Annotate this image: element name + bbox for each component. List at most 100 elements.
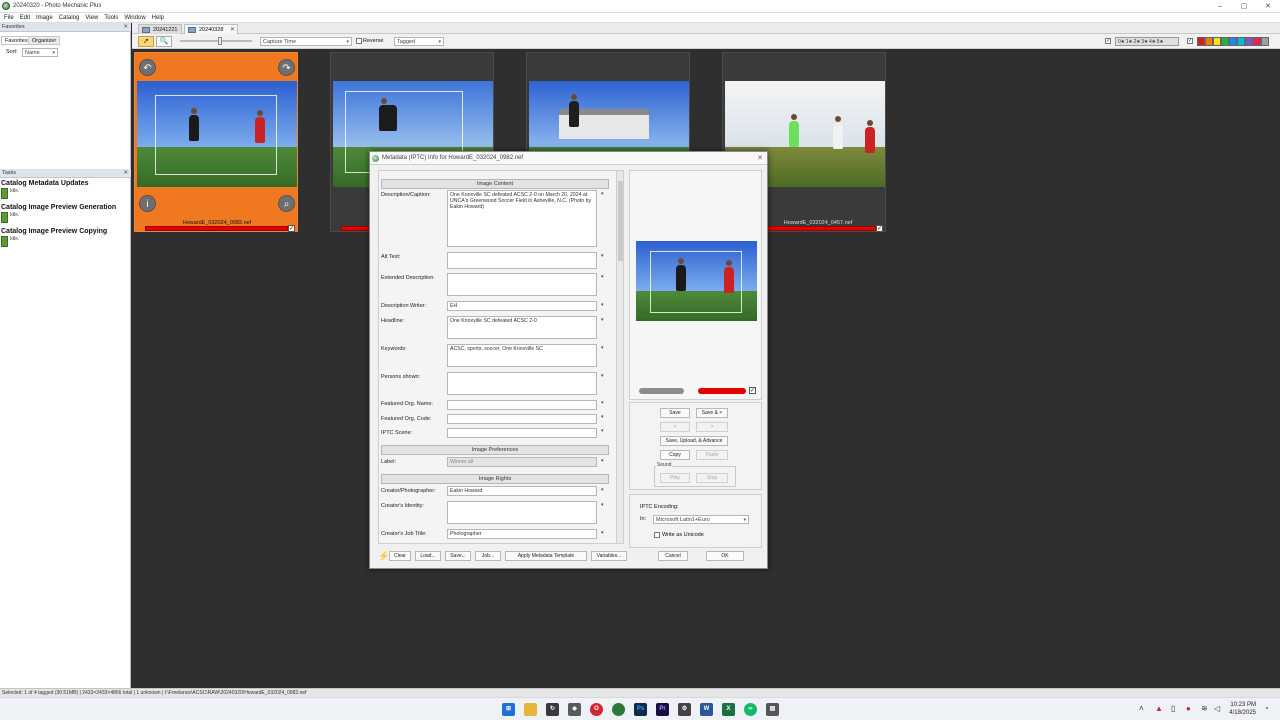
color-label-indicator[interactable] [698, 388, 746, 394]
chevron-down-icon[interactable]: ▾ [601, 502, 607, 508]
app-icon[interactable]: ▤ [766, 703, 779, 716]
alt-text-field[interactable] [447, 252, 597, 269]
magnify-icon[interactable]: ⌕ [278, 195, 295, 212]
rotate-right-icon[interactable]: ↷ [278, 59, 295, 76]
menu-file[interactable]: File [4, 15, 14, 21]
color-class-swatch[interactable] [1205, 37, 1213, 46]
iptc-scene-field[interactable] [447, 428, 597, 438]
load-button[interactable]: Load... [415, 551, 441, 561]
rotate-left-icon[interactable]: ↶ [139, 59, 156, 76]
menu-help[interactable]: Help [152, 15, 164, 21]
filter-select[interactable]: Tagged ▾ [394, 37, 444, 46]
clear-button[interactable]: Clear [389, 551, 411, 561]
rating-indicator[interactable] [639, 388, 684, 394]
close-button[interactable]: ✕ [1256, 1, 1280, 12]
star-rating-filter[interactable]: 0★ 1★ 2★ 3★ 4★ 5★ [1115, 37, 1179, 46]
job-title-field[interactable]: Photographer [447, 529, 597, 539]
featured-org-name-field[interactable] [447, 400, 597, 410]
settings-app-icon[interactable]: ⚙ [678, 703, 691, 716]
chevron-down-icon[interactable]: ▾ [601, 191, 607, 197]
copy-button[interactable]: Copy [660, 450, 690, 460]
file-explorer-icon[interactable] [524, 703, 537, 716]
apply-metadata-template-button[interactable]: Apply Metadata Template [505, 551, 587, 561]
creator-identity-field[interactable] [447, 501, 597, 524]
write-unicode-checkbox[interactable] [654, 532, 660, 538]
color-class-swatch[interactable] [1221, 37, 1229, 46]
variables-button[interactable]: Variables... [591, 551, 627, 561]
color-class-swatch[interactable] [1213, 37, 1221, 46]
pointer-tool-button[interactable]: ➚ [138, 36, 154, 47]
messaging-app-icon[interactable]: ∞ [744, 703, 757, 716]
close-icon[interactable]: ✕ [757, 152, 763, 165]
chevron-down-icon[interactable]: ▾ [601, 530, 607, 536]
tab-20240328[interactable]: 20240328 ✕ [184, 24, 238, 34]
photoshop-icon[interactable]: Ps [634, 703, 647, 716]
chevron-down-icon[interactable]: ▾ [601, 317, 607, 323]
word-icon[interactable]: W [700, 703, 713, 716]
color-class-checkbox[interactable]: ✓ [1187, 38, 1193, 44]
thumbnail-size-slider[interactable] [180, 40, 252, 42]
creator-field[interactable]: Eakin Howard [447, 486, 597, 496]
start-icon[interactable]: ⊞ [502, 703, 515, 716]
menu-view[interactable]: View [85, 15, 98, 21]
tag-checkbox[interactable]: ✓ [749, 387, 756, 394]
previous-button[interactable]: < [660, 422, 690, 432]
tag-checkbox[interactable]: ✓ [288, 225, 295, 232]
description-writer-field[interactable]: EH [447, 301, 597, 311]
thumbnail-cell[interactable]: ↶ ↷ i ⌕ HowardE_032024_0982.nef ✓ [134, 52, 298, 232]
info-icon[interactable]: i [139, 195, 156, 212]
next-button[interactable]: > [696, 422, 728, 432]
job-button[interactable]: Job... [475, 551, 501, 561]
save-upload-advance-button[interactable]: Save, Upload, & Advance [660, 436, 728, 446]
close-icon[interactable]: ✕ [123, 23, 128, 32]
minimize-button[interactable]: – [1208, 1, 1232, 12]
star-filter-checkbox[interactable]: ✓ [1105, 38, 1111, 44]
ok-button[interactable]: OK [706, 551, 744, 561]
menu-catalog[interactable]: Catalog [59, 15, 80, 21]
color-class-swatch[interactable] [1237, 37, 1245, 46]
chevron-down-icon[interactable]: ▾ [601, 458, 607, 464]
featured-org-code-field[interactable] [447, 414, 597, 424]
menu-edit[interactable]: Edit [20, 15, 30, 21]
save-button[interactable]: Save [660, 408, 690, 418]
chevron-down-icon[interactable]: ▾ [601, 487, 607, 493]
persons-shown-field[interactable] [447, 372, 597, 395]
photo-thumbnail[interactable] [137, 81, 297, 187]
tab-20241221[interactable]: 20241221 [138, 24, 182, 34]
color-class-swatch[interactable] [1197, 37, 1205, 46]
play-button[interactable]: Play [660, 473, 690, 483]
menu-tools[interactable]: Tools [104, 15, 118, 21]
chevron-down-icon[interactable]: ▾ [601, 428, 607, 434]
chevron-down-icon[interactable]: ▾ [601, 345, 607, 351]
menu-window[interactable]: Window [124, 15, 145, 21]
chevron-down-icon[interactable]: ▾ [601, 274, 607, 280]
label-select[interactable]: Winner all [447, 457, 597, 467]
stop-button[interactable]: Stop [696, 473, 728, 483]
chevron-down-icon[interactable]: ▾ [601, 302, 607, 308]
microphone-icon[interactable]: ● [1186, 704, 1191, 713]
color-class-swatch[interactable] [1229, 37, 1237, 46]
extended-description-field[interactable] [447, 273, 597, 296]
zoom-tool-button[interactable]: 🔍 [156, 36, 172, 47]
cancel-button[interactable]: Cancel [658, 551, 688, 561]
opera-icon[interactable]: O [590, 703, 603, 716]
utility-app-icon[interactable]: ◆ [568, 703, 581, 716]
reverse-checkbox[interactable] [356, 38, 362, 44]
paste-button[interactable]: Paste [696, 450, 728, 460]
tray-device-icon[interactable]: ▯ [1171, 704, 1175, 713]
keywords-field[interactable]: ACSC, sports, soccer, One Knoxville SC [447, 344, 597, 367]
scrollbar-thumb[interactable] [618, 181, 623, 261]
maximize-button[interactable]: ▢ [1232, 1, 1256, 12]
sync-app-icon[interactable]: ↻ [546, 703, 559, 716]
color-class-swatch[interactable] [1253, 37, 1261, 46]
premiere-icon[interactable]: Pr [656, 703, 669, 716]
photo-mechanic-icon[interactable] [612, 703, 625, 716]
sort-select[interactable]: Name ▾ [22, 48, 58, 57]
slider-handle[interactable] [218, 37, 222, 45]
color-class-swatch[interactable] [1245, 37, 1253, 46]
form-scrollbar[interactable] [616, 170, 624, 544]
save-template-button[interactable]: Save... [445, 551, 471, 561]
color-class-swatch[interactable] [1261, 37, 1269, 46]
tray-app-icon[interactable]: ▲ [1155, 704, 1163, 713]
system-clock[interactable]: 10:23 PM 4/18/2025 [1229, 701, 1256, 717]
